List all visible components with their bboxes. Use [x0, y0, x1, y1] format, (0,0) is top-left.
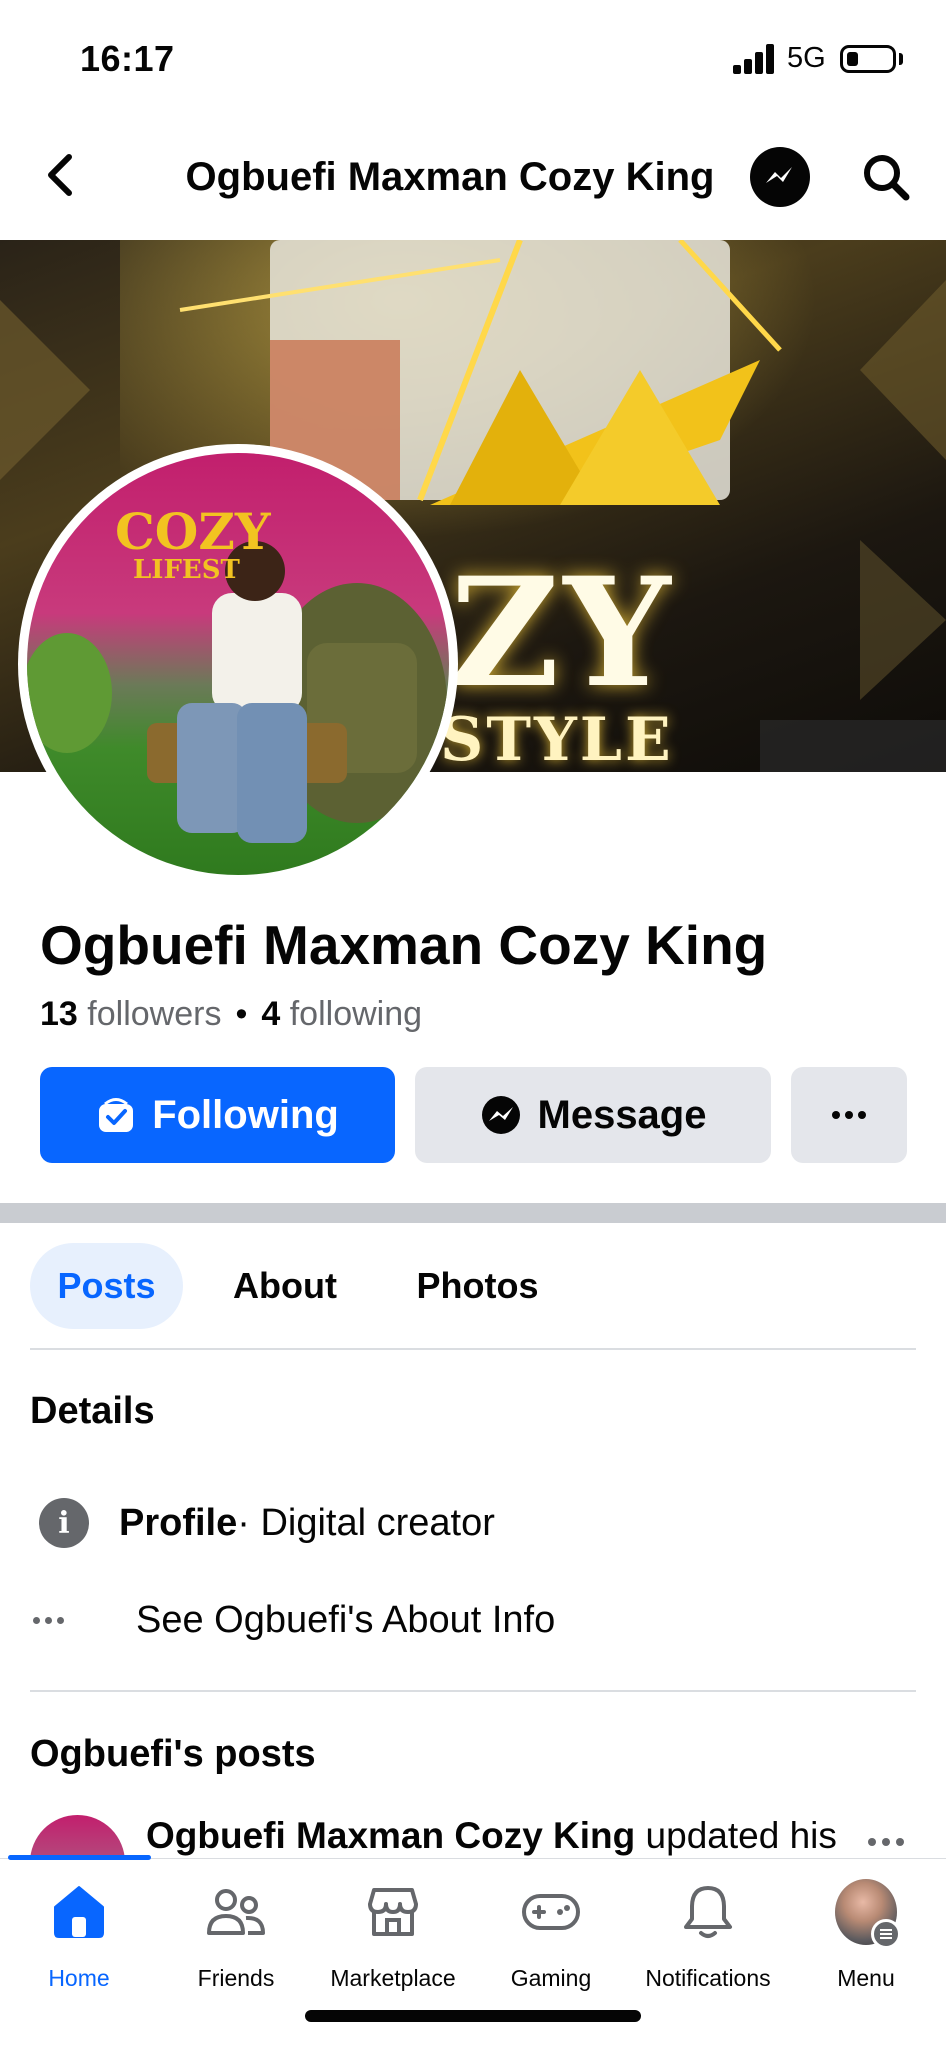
profile-name: Ogbuefi Maxman Cozy King: [40, 914, 768, 976]
post-author-name[interactable]: Ogbuefi Maxman Cozy King: [146, 1815, 635, 1856]
menu-icon-wrap: [835, 1879, 901, 1949]
tab-about[interactable]: About: [210, 1243, 360, 1329]
about-info-label: See Ogbuefi's About Info: [136, 1598, 556, 1641]
bell-icon: [677, 1881, 739, 1943]
header-title: Ogbuefi Maxman Cozy King: [185, 155, 715, 199]
more-options-button[interactable]: [791, 1067, 907, 1163]
section-divider: [0, 1203, 946, 1223]
signal-icon: [733, 44, 777, 74]
tab-photos[interactable]: Photos: [395, 1243, 560, 1329]
network-type: 5G: [787, 42, 826, 74]
nav-home-label: Home: [48, 1965, 110, 1991]
following-label: following: [289, 995, 423, 1033]
following-count: 4: [261, 995, 281, 1033]
profile-picture[interactable]: COZY LIFEST: [18, 444, 458, 884]
posts-title: Ogbuefi's posts: [30, 1733, 316, 1775]
gaming-icon: [520, 1881, 582, 1943]
followers-link[interactable]: 13 followers: [40, 995, 221, 1033]
stats-separator: •: [235, 995, 248, 1033]
more-horizontal-icon: [832, 1111, 866, 1119]
followers-count: 13: [40, 995, 78, 1033]
details-title: Details: [30, 1390, 155, 1432]
messenger-icon: [766, 167, 792, 183]
nav-friends-label: Friends: [197, 1965, 275, 1991]
marketplace-icon: [362, 1881, 424, 1943]
messenger-icon: [481, 1096, 520, 1134]
profile-category-row: i Profile · Digital creator: [30, 1493, 495, 1553]
nav-marketplace[interactable]: Marketplace: [314, 1881, 472, 2001]
search-icon: [864, 155, 910, 201]
nav-notifications-label: Notifications: [645, 1965, 771, 1991]
status-bar: 16:17 5G: [0, 0, 946, 120]
nav-friends[interactable]: Friends: [157, 1881, 315, 2001]
nav-marketplace-label: Marketplace: [330, 1965, 456, 1991]
active-tab-indicator: [8, 1855, 151, 1860]
tab-posts[interactable]: Posts: [30, 1243, 183, 1329]
nav-menu-label: Menu: [837, 1965, 895, 1991]
post-action-text: updated his: [635, 1815, 837, 1856]
cover-text-large: ZY: [450, 545, 675, 721]
follow-stats: 13 followers • 4 following: [40, 995, 422, 1034]
battery-icon: [840, 45, 896, 73]
chevron-left-icon: [48, 154, 72, 196]
followers-label: followers: [87, 995, 222, 1033]
hamburger-icon: [871, 1919, 901, 1949]
profile-page: 16:17 5G Ogbuefi Maxman Cozy King ZY STY…: [0, 0, 946, 2048]
tabs-divider: [30, 1348, 916, 1350]
nav-notifications[interactable]: Notifications: [629, 1881, 787, 2001]
following-check-icon: [99, 1098, 134, 1132]
details-divider: [30, 1690, 916, 1692]
post-more-options-icon[interactable]: [868, 1838, 904, 1846]
battery-level: [847, 52, 858, 66]
profile-category-value: · Digital creator: [237, 1501, 495, 1544]
menu-avatar: [835, 1879, 901, 1949]
more-dots-icon: [33, 1616, 83, 1624]
message-button[interactable]: Message: [415, 1067, 771, 1163]
following-button-label: Following: [152, 1092, 339, 1137]
home-icon: [48, 1881, 110, 1943]
following-link[interactable]: 4 following: [261, 995, 422, 1033]
status-time: 16:17: [80, 38, 175, 79]
battery-tip: [899, 53, 903, 65]
cover-text-small: STYLE: [440, 705, 674, 772]
post-header-text: Ogbuefi Maxman Cozy King updated his: [146, 1815, 837, 1857]
following-button[interactable]: Following: [40, 1067, 395, 1163]
about-info-link[interactable]: See Ogbuefi's About Info: [30, 1590, 555, 1650]
profile-photo-banner-text: COZY: [115, 502, 271, 561]
back-button[interactable]: [30, 145, 90, 205]
info-icon: i: [39, 1498, 89, 1548]
nav-gaming[interactable]: Gaming: [472, 1881, 630, 2001]
profile-category-label: Profile: [119, 1501, 238, 1544]
nav-home[interactable]: Home: [0, 1881, 158, 2001]
profile-photo: COZY LIFEST: [27, 453, 449, 875]
message-button-label: Message: [537, 1092, 707, 1137]
nav-menu[interactable]: Menu: [787, 1879, 945, 2001]
nav-gaming-label: Gaming: [510, 1965, 592, 1991]
friends-icon: [205, 1881, 267, 1943]
messenger-button[interactable]: [750, 147, 810, 207]
home-indicator: [305, 2010, 641, 2022]
profile-photo-banner-subtext: LIFEST: [133, 555, 240, 585]
search-button[interactable]: [855, 146, 917, 208]
top-header: Ogbuefi Maxman Cozy King: [0, 120, 946, 240]
